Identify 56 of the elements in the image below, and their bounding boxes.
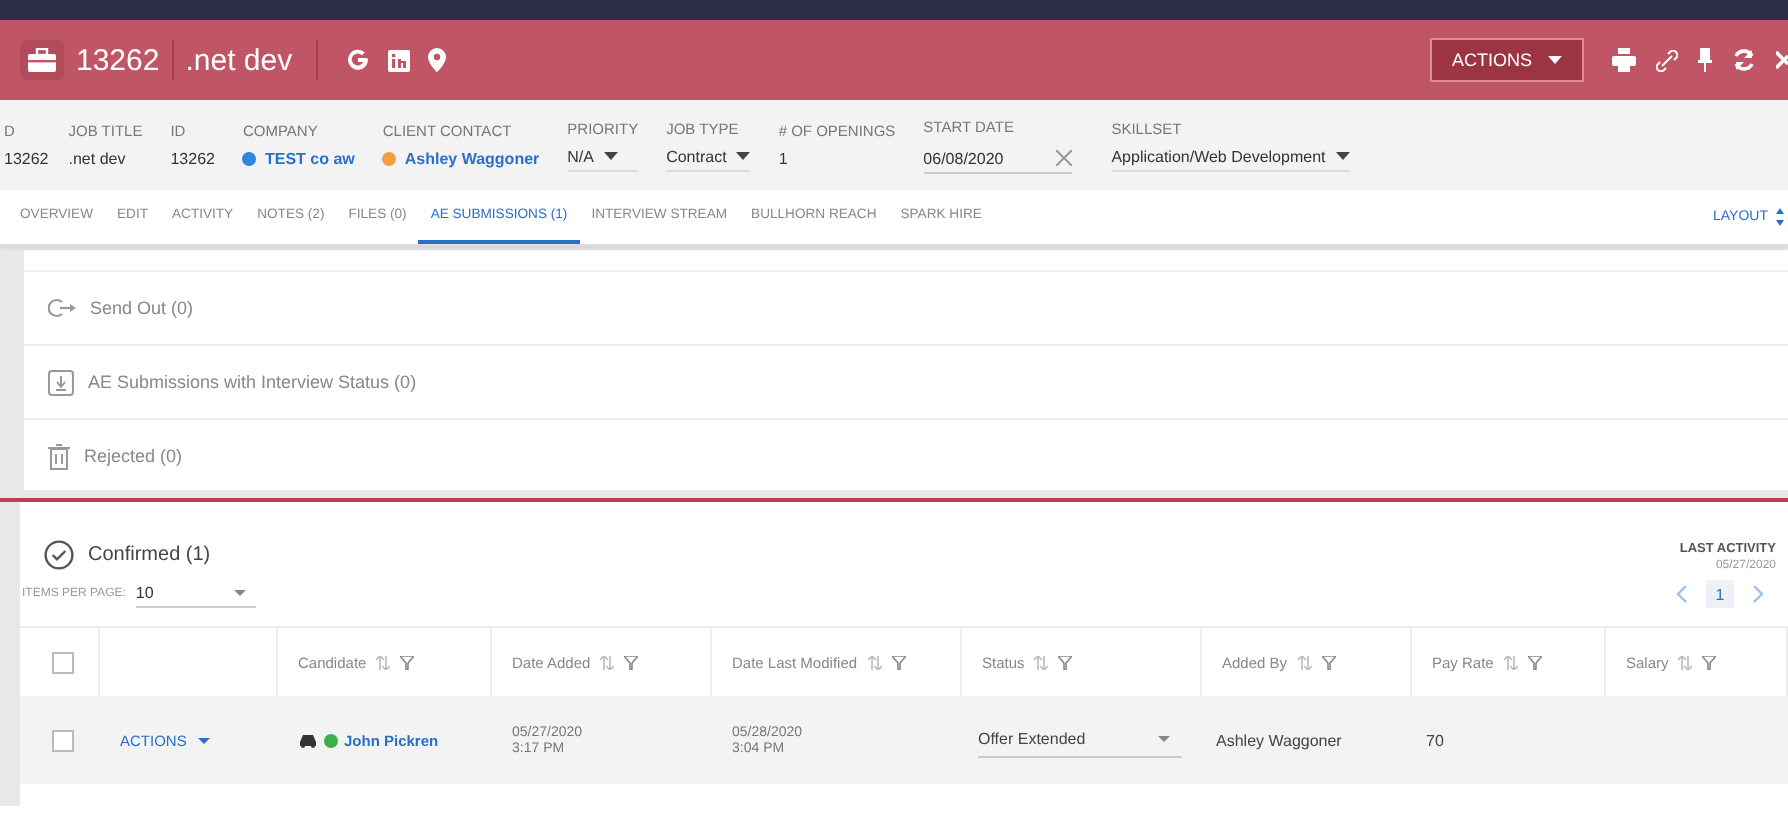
trash-icon (48, 443, 70, 469)
filter-icon[interactable] (1321, 655, 1336, 669)
job-id: 13262 (76, 43, 160, 77)
link-icon[interactable] (1656, 49, 1678, 71)
table-cell: Ashley Waggoner (1216, 731, 1342, 749)
field-link[interactable]: Ashley Waggoner (404, 150, 540, 168)
field-value: 13262 (4, 150, 49, 168)
filter-icon[interactable] (400, 655, 415, 669)
linkedin-icon[interactable] (388, 49, 411, 71)
caret-icon (1548, 56, 1562, 64)
filter-icon[interactable] (624, 655, 639, 669)
pin-icon[interactable] (1698, 48, 1712, 72)
status-select[interactable]: Offer Extended (978, 722, 1182, 758)
filter-icon[interactable] (891, 655, 906, 669)
caret-icon (1335, 152, 1350, 160)
section-label[interactable]: AE Submissions with Interview Status (0) (88, 372, 417, 392)
send-out-icon (48, 298, 76, 318)
check-circle-icon (44, 540, 74, 570)
checkbox[interactable] (52, 651, 74, 673)
download-icon (48, 369, 74, 395)
job-title: .net dev (185, 43, 293, 77)
close-icon[interactable] (1776, 48, 1788, 72)
next-page-icon[interactable] (1752, 584, 1764, 604)
clear-icon[interactable] (1055, 150, 1072, 166)
section-title: Confirmed (1) (88, 544, 211, 566)
refresh-icon[interactable] (1732, 48, 1756, 72)
location-pin-icon[interactable] (428, 48, 447, 72)
previous-page-icon[interactable] (1676, 584, 1688, 604)
actions-button[interactable]: ACTIONS (1429, 38, 1584, 82)
section-label[interactable]: Rejected (0) (84, 446, 183, 466)
date-field[interactable]: 06/08/2020 (923, 145, 1072, 173)
briefcase-icon[interactable] (20, 40, 64, 80)
items-per-page-select[interactable]: 10 (135, 580, 256, 608)
caret-icon (233, 590, 246, 596)
field-value: 1 (778, 150, 790, 168)
section-label[interactable]: Send Out (0) (90, 298, 194, 318)
google-icon[interactable] (346, 48, 371, 72)
field-value: 13262 (170, 150, 215, 168)
caret-icon (604, 152, 618, 160)
sort-icon[interactable] (1776, 208, 1784, 226)
caret-icon (198, 737, 211, 743)
caret-icon (1157, 736, 1170, 742)
table-cell: 70 (1426, 731, 1444, 749)
field-link[interactable]: TEST co aw (264, 150, 355, 168)
filter-icon[interactable] (1058, 655, 1073, 669)
page-button[interactable]: 1 (1706, 580, 1734, 608)
caret-icon (736, 152, 751, 160)
printer-icon[interactable] (1612, 48, 1636, 72)
filter-icon[interactable] (1702, 655, 1717, 669)
checkbox[interactable] (52, 729, 74, 751)
car-icon (298, 733, 318, 747)
filter-icon[interactable] (1527, 655, 1542, 669)
field-select[interactable]: Contract (666, 147, 751, 171)
field-select[interactable]: N/A (567, 147, 639, 171)
field-select[interactable]: Application/Web Development (1111, 147, 1350, 171)
field-value: .net dev (68, 150, 128, 168)
